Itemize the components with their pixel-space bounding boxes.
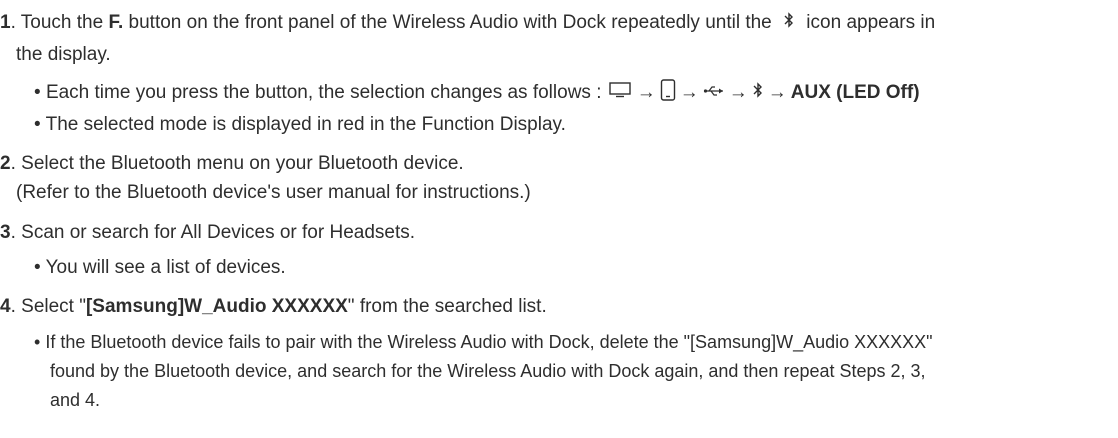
step-text: icon appears in — [801, 12, 936, 34]
step-4-bullet-1-line-2: found by the Bluetooth device, and searc… — [50, 361, 926, 381]
bullet-mark: • — [34, 82, 41, 104]
bullet-text: You will see a list of devices. — [45, 257, 286, 278]
step-number-suffix: . — [10, 153, 16, 174]
step-number-suffix: . — [10, 296, 16, 317]
step-4-line: 4. Select "[Samsung]W_Audio XXXXXX" from… — [0, 296, 547, 318]
step-2-line: 2. Select the Bluetooth menu on your Blu… — [0, 153, 464, 175]
arrow: → — [636, 82, 656, 104]
step-1-line: 1. Touch the F. button on the front pane… — [0, 11, 935, 35]
tv-icon — [609, 82, 631, 104]
step-3-line: 3. Scan or search for All Devices or for… — [0, 222, 415, 244]
arrow: → — [728, 82, 748, 104]
bullet-mark: • — [34, 257, 41, 278]
step-1-bullet-2: • The selected mode is displayed in red … — [34, 114, 566, 136]
step-text: Select the Bluetooth menu on your Blueto… — [21, 153, 464, 174]
bullet-mark: • — [34, 332, 41, 352]
bluetooth-icon — [783, 11, 795, 35]
step-text: Scan or search for All Devices or for He… — [21, 222, 416, 243]
step-number: 3 — [0, 222, 11, 243]
bullet-text: If the Bluetooth device fails to pair wi… — [45, 332, 933, 352]
step-number: 2 — [0, 153, 11, 174]
step-text: button on the front panel of the Wireles… — [123, 12, 778, 34]
bullet-text: Each time you press the button, the sele… — [45, 82, 607, 104]
step-text: Touch the — [20, 12, 109, 34]
step-2-continuation: (Refer to the Bluetooth device's user ma… — [16, 182, 531, 203]
usb-icon — [703, 82, 725, 104]
device-name: [Samsung]W_Audio XXXXXX — [85, 296, 348, 317]
instruction-page: 1. Touch the F. button on the front pane… — [0, 0, 1118, 438]
step-text: " from the searched list. — [347, 296, 547, 317]
step-1-continuation: the display. — [16, 44, 111, 65]
step-1-bullet-1: • Each time you press the button, the se… — [34, 79, 920, 107]
bullet-text: The selected mode is displayed in red in… — [45, 114, 566, 135]
step-number-suffix: . — [10, 222, 16, 243]
phone-icon — [660, 79, 676, 107]
arrow: → — [679, 82, 699, 104]
step-number-suffix: . — [10, 12, 16, 34]
arrow: → — [767, 82, 787, 104]
step-number: 4 — [0, 296, 11, 317]
aux-label: AUX (LED Off) — [790, 82, 920, 104]
bluetooth-icon — [752, 81, 764, 105]
step-4-bullet-1: • If the Bluetooth device fails to pair … — [34, 331, 933, 353]
step-3-bullet-1: • You will see a list of devices. — [34, 257, 286, 279]
bullet-mark: • — [34, 114, 41, 135]
step-text: Select " — [21, 296, 86, 317]
f-button-label: F. — [108, 12, 124, 34]
step-4-bullet-1-line-3: and 4. — [50, 390, 101, 410]
step-number: 1 — [0, 12, 11, 34]
